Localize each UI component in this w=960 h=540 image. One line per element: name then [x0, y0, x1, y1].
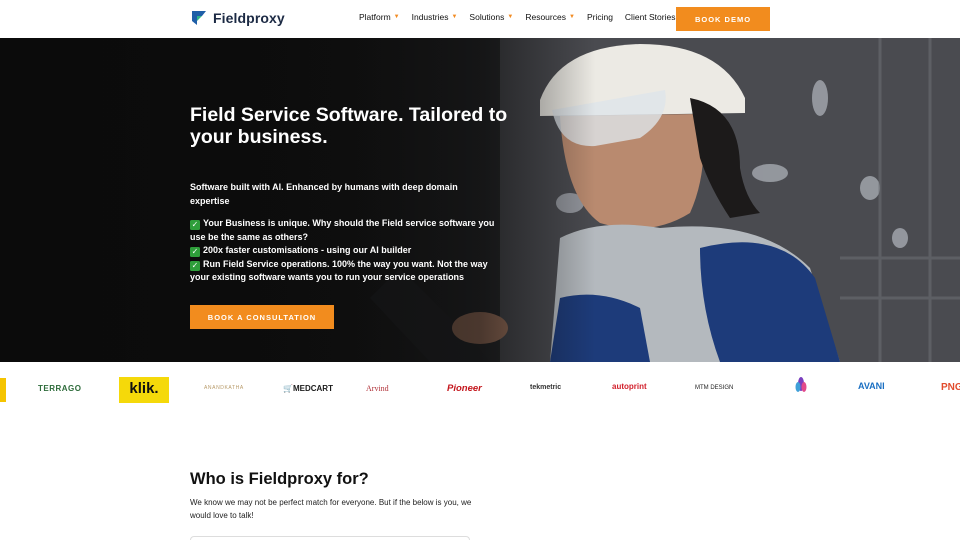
client-logo-png: PNG: [941, 382, 960, 393]
who-section-title: Who is Fieldproxy for?: [190, 470, 369, 488]
hero-point: ✓ 200x faster customisations - using our …: [190, 245, 412, 257]
nav-platform[interactable]: Platform ▼: [359, 12, 400, 22]
client-logo-medcart: 🛒MEDCART: [283, 384, 333, 393]
who-section-text: We know we may not be perfect match for …: [190, 498, 472, 520]
medcart-cart-icon: 🛒: [283, 384, 293, 393]
client-logo-mtm: MTM DESIGN: [695, 385, 734, 391]
client-logo-flower-icon: [795, 377, 807, 392]
book-demo-button[interactable]: BOOK DEMO: [676, 7, 770, 31]
hero-title: Field Service Software. Tailored to your…: [190, 104, 508, 148]
check-icon: ✓: [190, 220, 200, 230]
client-logo-klik: klik.: [119, 377, 169, 403]
hero-subtitle: Software built with AI. Enhanced by huma…: [190, 182, 458, 206]
client-logo-terrago: TERRAGO: [38, 384, 82, 393]
nav-industries[interactable]: Industries ▼: [412, 12, 458, 22]
client-logos-strip: TERRAGO klik. ANANDKATHA 🛒MEDCART Arvind…: [0, 362, 960, 418]
chevron-down-icon: ▼: [568, 14, 575, 20]
chevron-down-icon: ▼: [451, 14, 458, 20]
client-logo-pioneer: Pioneer: [447, 383, 482, 394]
book-consultation-button[interactable]: BOOK A CONSULTATION: [190, 305, 334, 329]
client-logo-autoprint: autoprint: [612, 382, 647, 391]
hero-point: ✓ Your Business is unique. Why should the…: [190, 218, 495, 242]
who-card: [190, 536, 470, 540]
chevron-down-icon: ▼: [393, 14, 400, 20]
check-icon: ✓: [190, 247, 200, 257]
check-icon: ✓: [190, 260, 200, 271]
fieldproxy-logo-icon: [192, 11, 206, 25]
nav-solutions[interactable]: Solutions ▼: [469, 12, 513, 22]
nav-pricing[interactable]: Pricing: [587, 12, 613, 22]
hero-points: ✓ Your Business is unique. Why should the…: [190, 217, 500, 285]
client-logo-anandkatha: ANANDKATHA: [204, 385, 244, 391]
chevron-down-icon: ▼: [507, 14, 514, 20]
hero-point: ✓ Run Field Service operations. 100% the …: [190, 258, 488, 282]
brand-logo[interactable]: Fieldproxy: [190, 9, 285, 27]
brand-name: Fieldproxy: [213, 10, 285, 26]
client-logo-avani: AVANI: [858, 381, 885, 391]
main-nav: Platform ▼ Industries ▼ Solutions ▼ Resourc…: [359, 12, 687, 22]
client-logo-tekmetric: tekmetric: [530, 384, 562, 391]
nav-resources[interactable]: Resources ▼: [525, 12, 575, 22]
hero-section: Field Service Software. Tailored to your…: [0, 38, 960, 362]
site-header: Fieldproxy Platform ▼ Industries ▼ Solutio…: [0, 0, 960, 38]
partial-logo: [0, 378, 6, 402]
nav-client-stories[interactable]: Client Stories: [625, 12, 676, 22]
client-logo-arvind: Arvind: [366, 384, 389, 393]
